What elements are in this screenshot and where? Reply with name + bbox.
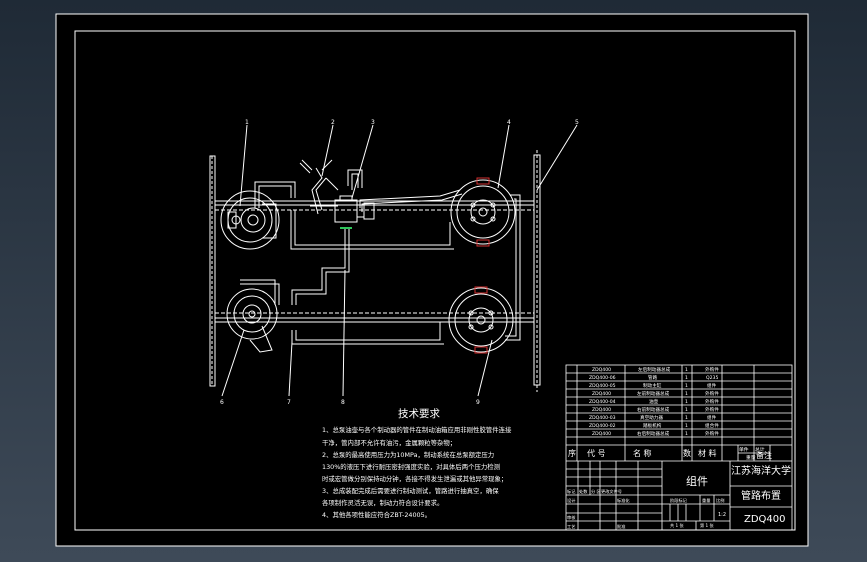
part-qty: 1 bbox=[685, 423, 688, 429]
part-name: 管路 bbox=[648, 374, 658, 381]
rev-label: 处数 bbox=[579, 488, 588, 495]
part-qty: 1 bbox=[685, 391, 688, 397]
header-qty: 数 bbox=[683, 448, 691, 458]
part-note: 外购件 bbox=[705, 366, 719, 373]
university-name: 江苏海洋大学 bbox=[731, 464, 791, 477]
rev-label: 分 区 bbox=[591, 488, 601, 495]
part-note: 组合件 bbox=[705, 422, 719, 429]
header-unit-weight: 单件 bbox=[739, 446, 749, 453]
callout-number: 1 bbox=[245, 119, 249, 126]
drawing-code: ZDQ400 bbox=[744, 514, 786, 525]
note-line: 130%的液压下进行耐压密封强度实验，对具体后两个压力检测 bbox=[322, 462, 500, 471]
part-note: 外购件 bbox=[705, 390, 719, 397]
note-line: 干净，管内部不允许有油污，金属颗粒等杂物； bbox=[322, 438, 456, 447]
part-qty: 1 bbox=[685, 407, 688, 413]
part-code: ZDQ400 bbox=[592, 431, 611, 437]
part-note: 外购件 bbox=[705, 398, 719, 405]
notes-title: 技术要求 bbox=[398, 407, 440, 420]
part-note: 外购件 bbox=[705, 406, 719, 413]
callout-number: 8 bbox=[341, 399, 345, 406]
header-weight: 重量 bbox=[746, 454, 756, 461]
part-code: ZDQ400 bbox=[592, 391, 611, 397]
rev-label: 标记 bbox=[567, 488, 576, 495]
header-seq: 序 bbox=[568, 448, 576, 458]
part-name: 油壶 bbox=[649, 398, 659, 405]
part-qty: 1 bbox=[685, 375, 688, 381]
part-code: ZDQ400-06 bbox=[589, 375, 616, 381]
component-label: 组件 bbox=[686, 474, 708, 488]
callout-number: 4 bbox=[507, 119, 511, 126]
rev-label: 更改文件号 bbox=[601, 488, 622, 495]
part-note: 外购件 bbox=[705, 430, 719, 437]
header-code: 代 号 bbox=[587, 448, 606, 458]
note-line: 2、总泵的最高使用压力为10MPa，制动系统在总泵额定压力 bbox=[322, 450, 494, 459]
part-name: 右前制动器总成 bbox=[637, 406, 670, 413]
part-code: ZDQ400-03 bbox=[589, 415, 616, 421]
part-name: 右后制动器总成 bbox=[637, 430, 670, 437]
part-name: 真空助力器 bbox=[640, 414, 663, 421]
part-qty: 1 bbox=[685, 367, 688, 373]
header-name: 名 称 bbox=[633, 448, 652, 458]
part-note: 组件 bbox=[707, 382, 717, 389]
part-code: ZDQ400-02 bbox=[589, 423, 616, 429]
part-qty: 1 bbox=[685, 383, 688, 389]
std-label: 标准化 bbox=[617, 497, 630, 504]
part-name: 左后制动器总成 bbox=[638, 366, 671, 373]
signer-label: 审核 bbox=[567, 514, 576, 521]
note-line: 各项制作灵活无误，制动力符合设计要求。 bbox=[322, 498, 443, 507]
weight-label: 重量 bbox=[702, 497, 710, 504]
header-total-weight: 总计 bbox=[755, 446, 765, 453]
scale-value: 1:2 bbox=[718, 512, 726, 518]
note-line: 时或宏管做分别保持动分钟，各接不得发生泄漏或其他异常现象； bbox=[322, 474, 507, 483]
callout-number: 9 bbox=[476, 399, 480, 406]
part-code: ZDQ400 bbox=[592, 407, 611, 413]
note-line: 4、其他各项性能应符合ZBT-24005。 bbox=[322, 510, 431, 519]
part-code: ZDQ400 bbox=[592, 367, 611, 373]
note-line: 1、总泵油壶与各个制动器的管件在制动油箱应用非刚性胶管件连接 bbox=[322, 425, 512, 434]
part-name: 踏板机构 bbox=[643, 422, 662, 429]
callout-number: 2 bbox=[331, 119, 335, 126]
callout-number: 7 bbox=[287, 399, 291, 406]
scale-label: 比例 bbox=[716, 497, 724, 504]
sheet-total: 共 1 张 bbox=[670, 522, 685, 529]
part-name: 制动主缸 bbox=[643, 382, 662, 389]
part-qty: 1 bbox=[685, 399, 688, 405]
part-qty: 1 bbox=[685, 431, 688, 437]
part-code: ZDQ400-04 bbox=[589, 399, 616, 405]
part-name: 左前制动器总成 bbox=[637, 390, 670, 397]
part-code: ZDQ400-05 bbox=[589, 383, 616, 389]
sheet-no: 第 1 张 bbox=[700, 522, 715, 529]
stage-label: 阶段标记 bbox=[670, 497, 688, 504]
part-note: Q235 bbox=[706, 375, 718, 381]
cad-viewport[interactable]: 1 2 3 4 5 6 7 8 9 技术要求 1、总泵油壶与各个制动器的管件在制… bbox=[0, 0, 867, 562]
callout-number: 6 bbox=[220, 399, 224, 406]
signer-label: 工艺 bbox=[567, 524, 575, 529]
header-material: 材 料 bbox=[698, 448, 717, 458]
drawing-name: 管路布置 bbox=[741, 489, 781, 502]
note-line: 3、总成装配完成后需要进行制动测试，管路进行抽真空，确保 bbox=[322, 486, 499, 495]
part-qty: 1 bbox=[685, 415, 688, 421]
callout-number: 3 bbox=[371, 119, 375, 126]
signer-label: 设计 bbox=[567, 497, 575, 504]
drawing-sheet: 1 2 3 4 5 6 7 8 9 技术要求 1、总泵油壶与各个制动器的管件在制… bbox=[55, 13, 809, 547]
part-note: 组件 bbox=[707, 414, 717, 421]
approve-label: 批准 bbox=[617, 523, 625, 530]
callout-number: 5 bbox=[575, 119, 579, 126]
